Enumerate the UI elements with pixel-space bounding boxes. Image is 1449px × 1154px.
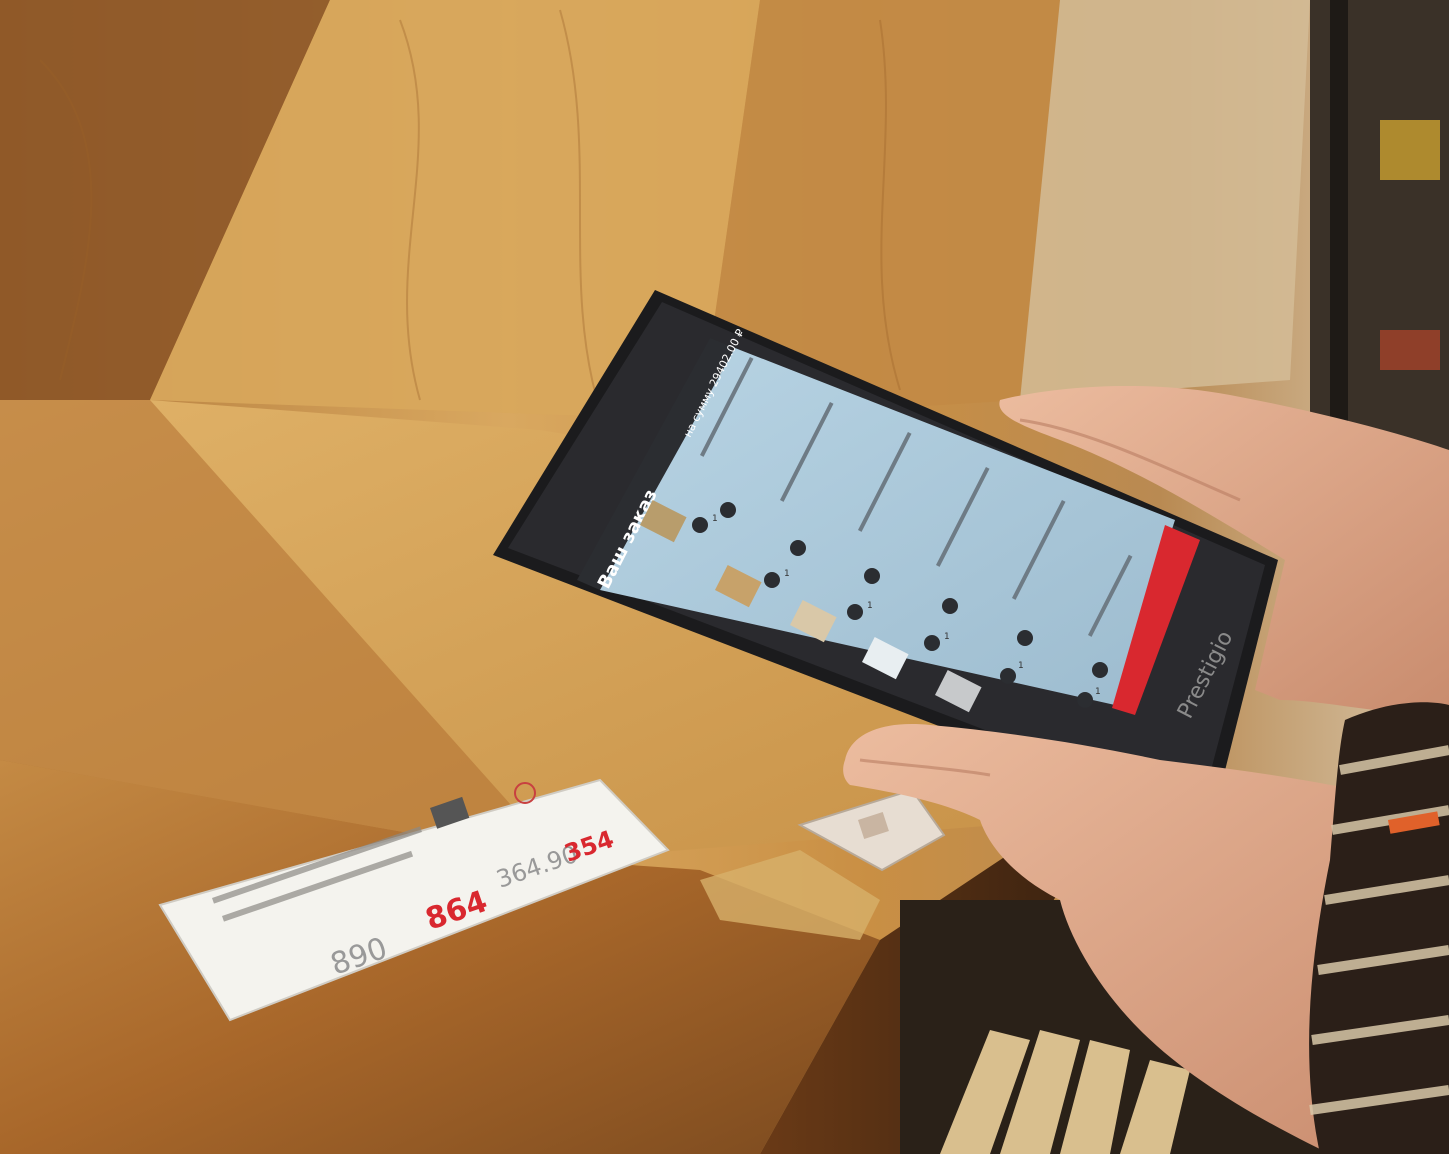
item-qty: 1 [712, 514, 718, 524]
minus-button[interactable] [692, 517, 708, 533]
minus-button[interactable] [1077, 692, 1093, 708]
plus-button[interactable] [790, 540, 806, 556]
plus-button[interactable] [864, 568, 880, 584]
photo: 890 864 364.90 354 Ваш заказ на сумму 29… [0, 0, 1449, 1154]
store-item [1380, 330, 1440, 370]
item-qty: 1 [1095, 687, 1101, 697]
plus-button[interactable] [1017, 630, 1033, 646]
item-qty: 1 [867, 601, 873, 611]
wood-panel-pale [1020, 0, 1310, 400]
plus-button[interactable] [720, 502, 736, 518]
item-qty: 1 [784, 569, 790, 579]
plus-button[interactable] [1092, 662, 1108, 678]
minus-button[interactable] [924, 635, 940, 651]
item-qty: 1 [1018, 661, 1024, 671]
minus-button[interactable] [847, 604, 863, 620]
store-item [1380, 120, 1440, 180]
minus-button[interactable] [764, 572, 780, 588]
item-qty: 1 [944, 632, 950, 642]
plus-button[interactable] [942, 598, 958, 614]
minus-button[interactable] [1000, 668, 1016, 684]
